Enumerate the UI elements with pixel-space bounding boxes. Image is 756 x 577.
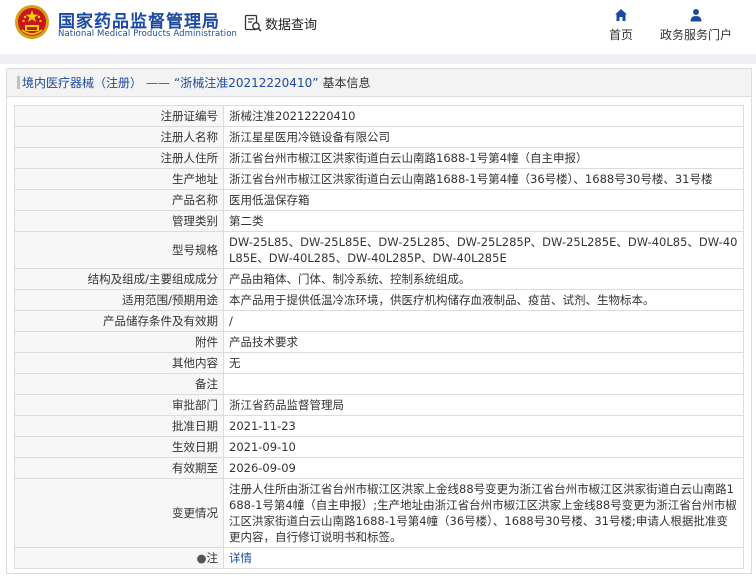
field-value: 2026-09-09: [223, 457, 744, 479]
field-value: 本产品用于提供低温冷冻环境，供医疗机构储存血液制品、疫苗、试剂、生物标本。: [223, 289, 744, 311]
field-value: 浙江星星医用冷链设备有限公司: [223, 126, 744, 148]
header-divider: [0, 54, 756, 64]
field-value: 浙江省药品监督管理局: [223, 394, 744, 416]
field-label: 注册证编号: [14, 105, 224, 127]
note-label: 注: [206, 551, 219, 565]
nav-home[interactable]: 首页: [606, 8, 636, 43]
field-value: [223, 373, 744, 395]
nav-home-label: 首页: [608, 28, 633, 42]
table-row: 批准日期 2021-11-23: [14, 415, 744, 437]
table-row: 型号规格 DW-25L85、DW-25L85E、DW-25L285、DW-25L2…: [14, 231, 744, 269]
site-logo-subtitle: National Medical Products Administration: [58, 29, 237, 39]
field-value: 浙械注准20212220410: [223, 105, 744, 127]
field-label: 适用范围/预期用途: [14, 289, 224, 311]
table-row: 产品储存条件及有效期 /: [14, 310, 744, 332]
table-row: 注册人住所 浙江省台州市椒江区洪家街道白云山南路1688-1号第4幢（自主申报）: [14, 147, 744, 169]
user-icon: [690, 9, 702, 22]
field-label: 注册人名称: [14, 126, 224, 148]
note-label-cell: ●注: [14, 547, 224, 569]
table-row: 结构及组成/主要组成成分 产品由箱体、门体、制冷系统、控制系统组成。: [14, 268, 744, 290]
field-value: 2021-09-10: [223, 436, 744, 458]
field-label: 生产地址: [14, 168, 224, 190]
title-bar-marker: [17, 76, 20, 89]
bulb-icon: ●: [196, 551, 207, 565]
field-label: 附件: [14, 331, 224, 353]
table-row: 生产地址 浙江省台州市椒江区洪家街道白云山南路1688-1号第4幢（36号楼）、1…: [14, 168, 744, 190]
field-value: 浙江省台州市椒江区洪家街道白云山南路1688-1号第4幢（36号楼）、1688号…: [223, 168, 744, 190]
table-row: 产品名称 医用低温保存箱: [14, 189, 744, 211]
table-row: 管理类别 第二类: [14, 210, 744, 232]
field-value: 产品由箱体、门体、制冷系统、控制系统组成。: [223, 268, 744, 290]
nav-gov-label: 政务服务门户: [659, 28, 732, 42]
field-label: 注册人住所: [14, 147, 224, 169]
detail-panel: 境内医疗器械（注册） —— “浙械注准20212220410” 基本信息 注册证…: [6, 68, 752, 574]
details-link[interactable]: 详情: [229, 551, 252, 565]
data-query-label: 数据查询: [265, 17, 318, 33]
field-label: 结构及组成/主要组成成分: [14, 268, 224, 290]
title-separator: ——: [146, 75, 171, 90]
table-row: 其他内容无: [14, 352, 744, 374]
title-suffix: 基本信息: [322, 76, 371, 90]
note-value: 详情: [223, 547, 744, 569]
table-row: 附件 产品技术要求: [14, 331, 744, 353]
field-label: 其他内容: [14, 352, 224, 374]
nav-gov-services[interactable]: 政务服务门户: [656, 8, 736, 43]
field-label: 有效期至: [14, 457, 224, 479]
table-row: 注册人名称 浙江星星医用冷链设备有限公司: [14, 126, 744, 148]
panel-title: 境内医疗器械（注册） —— “浙械注准20212220410” 基本信息: [7, 69, 751, 97]
field-label: 管理类别: [14, 210, 224, 232]
field-label: 产品名称: [14, 189, 224, 211]
table-row: 备注: [14, 373, 744, 395]
field-value: 第二类: [223, 210, 744, 232]
table-row: 变更情况 注册人住所由浙江省台州市椒江区洪家上金线88号变更为浙江省台州市椒江区洪…: [14, 478, 744, 548]
field-label: 审批部门: [14, 394, 224, 416]
field-value: 2021-11-23: [223, 415, 744, 437]
field-value: 医用低温保存箱: [223, 189, 744, 211]
field-value: 浙江省台州市椒江区洪家街道白云山南路1688-1号第4幢（自主申报）: [223, 147, 744, 169]
table-row: 生效日期 2021-09-10: [14, 436, 744, 458]
home-icon: [615, 9, 627, 21]
field-value: 注册人住所由浙江省台州市椒江区洪家上金线88号变更为浙江省台州市椒江区洪家街道白…: [223, 478, 744, 548]
field-value: /: [223, 310, 744, 332]
field-label: 生效日期: [14, 436, 224, 458]
site-header: 国家药品监督管理局 National Medical Products Admi…: [0, 0, 756, 52]
field-label: 变更情况: [14, 478, 224, 548]
table-row: 审批部门 浙江省药品监督管理局: [14, 394, 744, 416]
field-value: DW-25L85、DW-25L85E、DW-25L285、DW-25L285P、…: [223, 231, 744, 269]
table-row: 适用范围/预期用途 本产品用于提供低温冷冻环境，供医疗机构储存血液制品、疫苗、试剂…: [14, 289, 744, 311]
field-value: 产品技术要求: [223, 331, 744, 353]
table-row: 有效期至 2026-09-09: [14, 457, 744, 479]
detail-table: 注册证编号 浙械注准20212220410 注册人名称 浙江星星医用冷链设备有限公司…: [14, 105, 744, 569]
field-value: 无: [223, 352, 744, 374]
table-row: 注册证编号 浙械注准20212220410: [14, 105, 744, 127]
record-name: “浙械注准20212220410”: [174, 76, 319, 90]
data-query-icon: [244, 14, 262, 32]
field-label: 产品储存条件及有效期: [14, 310, 224, 332]
field-label: 型号规格: [14, 231, 224, 269]
breadcrumb-category[interactable]: 境内医疗器械（注册）: [22, 74, 142, 91]
national-emblem-icon: [15, 5, 49, 39]
data-query-link[interactable]: 数据查询: [244, 13, 317, 33]
field-label: 批准日期: [14, 415, 224, 437]
field-label: 备注: [14, 373, 224, 395]
note-row: ●注 详情: [14, 547, 744, 569]
